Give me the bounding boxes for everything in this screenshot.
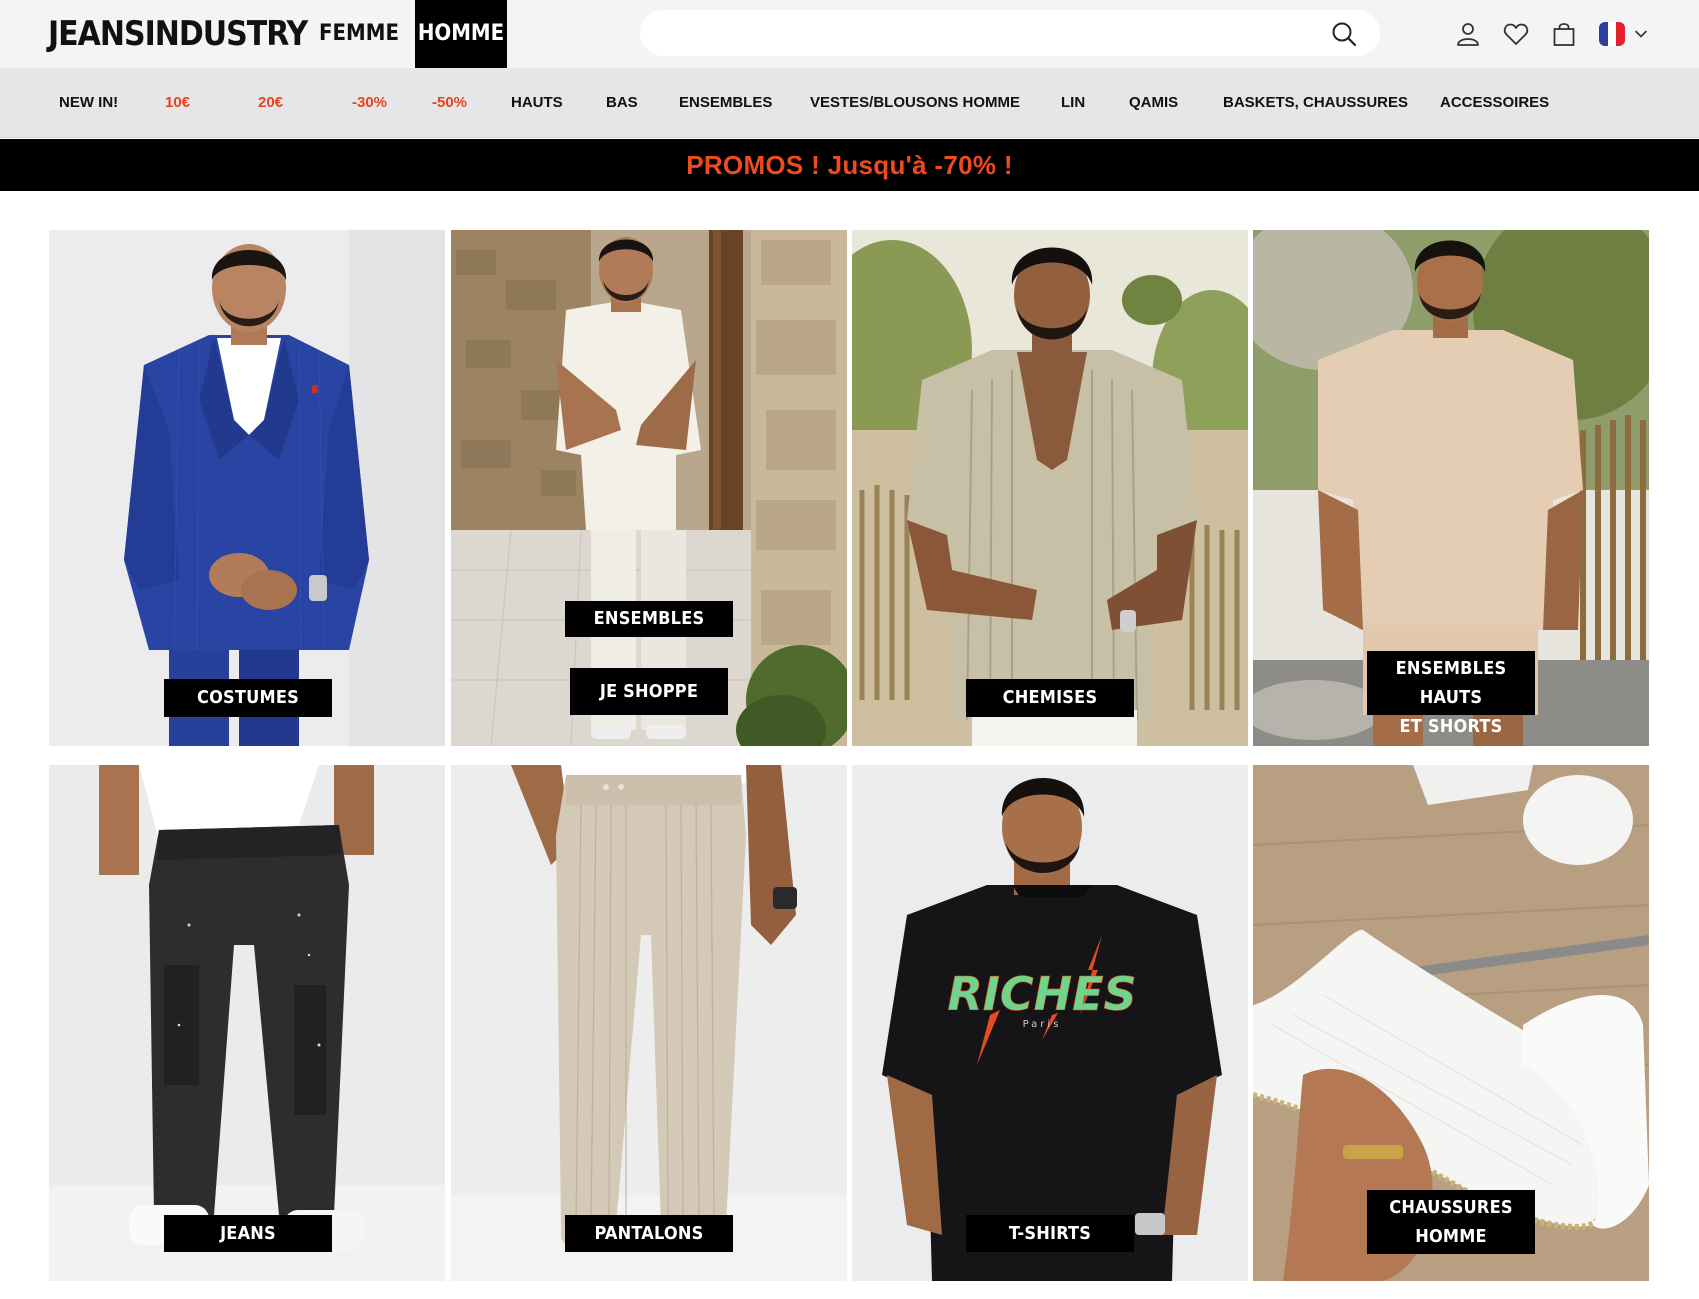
page-edge [0, 191, 2, 1299]
costumes-photo [49, 230, 445, 746]
tile-label-line-1: CHAUSSURES [1389, 1197, 1513, 1218]
tile-label-ensembles-hauts-shorts[interactable]: ENSEMBLES HAUTS ET SHORTS [1367, 651, 1535, 737]
category-tile-costumes[interactable]: COSTUMES [49, 230, 445, 746]
tile-label-line-1: ENSEMBLES HAUTS [1395, 658, 1507, 708]
chevron-down-icon[interactable] [1634, 27, 1648, 41]
search-input[interactable] [660, 18, 1320, 48]
tab-femme[interactable]: FEMME [314, 0, 404, 68]
user-icon[interactable] [1454, 20, 1482, 48]
category-tile-jeans[interactable]: JEANS [49, 765, 445, 1281]
tshirt-print-riches: RICHES [947, 967, 1136, 1021]
promo-banner[interactable]: PROMOS ! Jusqu'à -70% ! [0, 139, 1699, 191]
tile-label-line-2: ET SHORTS [1399, 716, 1503, 737]
tile-label-jeans[interactable]: JEANS [164, 1215, 332, 1252]
france-flag-icon[interactable] [1598, 20, 1626, 48]
nav-item-ensembles[interactable]: ENSEMBLES [679, 68, 772, 138]
category-tile-pantalons[interactable]: PANTALONS [451, 765, 847, 1281]
nav-item-baskets-chaussures[interactable]: BASKETS, CHAUSSURES [1223, 68, 1408, 138]
chemises-photo [852, 230, 1248, 746]
nav-item-new-in[interactable]: NEW IN! [59, 68, 118, 138]
tile-label-pantalons[interactable]: PANTALONS [565, 1215, 733, 1252]
search-bar [640, 10, 1380, 56]
tile-label-line-2: HOMME [1415, 1226, 1487, 1247]
nav-item-bas[interactable]: BAS [606, 68, 638, 138]
promo-banner-text: PROMOS ! Jusqu'à -70% ! [686, 150, 1013, 180]
site-logo[interactable]: JEANSINDUSTRY [48, 10, 308, 58]
tile-label-ensembles[interactable]: ENSEMBLES [565, 601, 733, 637]
tab-homme[interactable]: HOMME [415, 0, 507, 68]
category-tile-chaussures-homme[interactable]: CHAUSSURES HOMME [1253, 765, 1649, 1281]
nav-item-minus-30[interactable]: -30% [352, 68, 387, 138]
nav-item-hauts[interactable]: HAUTS [511, 68, 563, 138]
tile-label-costumes[interactable]: COSTUMES [164, 679, 332, 717]
tshirt-print-paris: Paris [1023, 1019, 1062, 1030]
shopping-bag-icon[interactable] [1550, 20, 1578, 48]
category-tile-ensembles-hauts-shorts[interactable]: ENSEMBLES HAUTS ET SHORTS [1253, 230, 1649, 746]
nav-item-accessoires[interactable]: ACCESSOIRES [1440, 68, 1549, 138]
nav-item-lin[interactable]: LIN [1061, 68, 1085, 138]
nav-item-10-euros[interactable]: 10€ [165, 68, 190, 138]
jeans-photo [49, 765, 445, 1281]
nav-item-vestes-blousons[interactable]: VESTES/BLOUSONS HOMME [810, 68, 1020, 138]
t-shirts-photo: RICHES Paris [852, 765, 1248, 1281]
je-shoppe-button[interactable]: JE SHOPPE [570, 668, 728, 715]
heart-icon[interactable] [1502, 20, 1530, 48]
nav-item-qamis[interactable]: QAMIS [1129, 68, 1178, 138]
pantalons-photo [451, 765, 847, 1281]
tile-label-chemises[interactable]: CHEMISES [966, 679, 1134, 717]
nav-item-minus-50[interactable]: -50% [432, 68, 467, 138]
tile-label-chaussures-homme[interactable]: CHAUSSURES HOMME [1367, 1190, 1535, 1254]
category-tile-ensembles[interactable]: ENSEMBLES JE SHOPPE [451, 230, 847, 746]
top-header: JEANSINDUSTRY FEMME HOMME [0, 0, 1699, 68]
tile-label-t-shirts[interactable]: T-SHIRTS [966, 1215, 1134, 1252]
category-nav: NEW IN! 10€ 20€ -30% -50% HAUTS BAS ENSE… [0, 68, 1699, 138]
category-tile-t-shirts[interactable]: RICHES Paris T-SHIRTS [852, 765, 1248, 1281]
search-icon[interactable] [1330, 20, 1358, 48]
nav-item-20-euros[interactable]: 20€ [258, 68, 283, 138]
category-tile-chemises[interactable]: CHEMISES [852, 230, 1248, 746]
